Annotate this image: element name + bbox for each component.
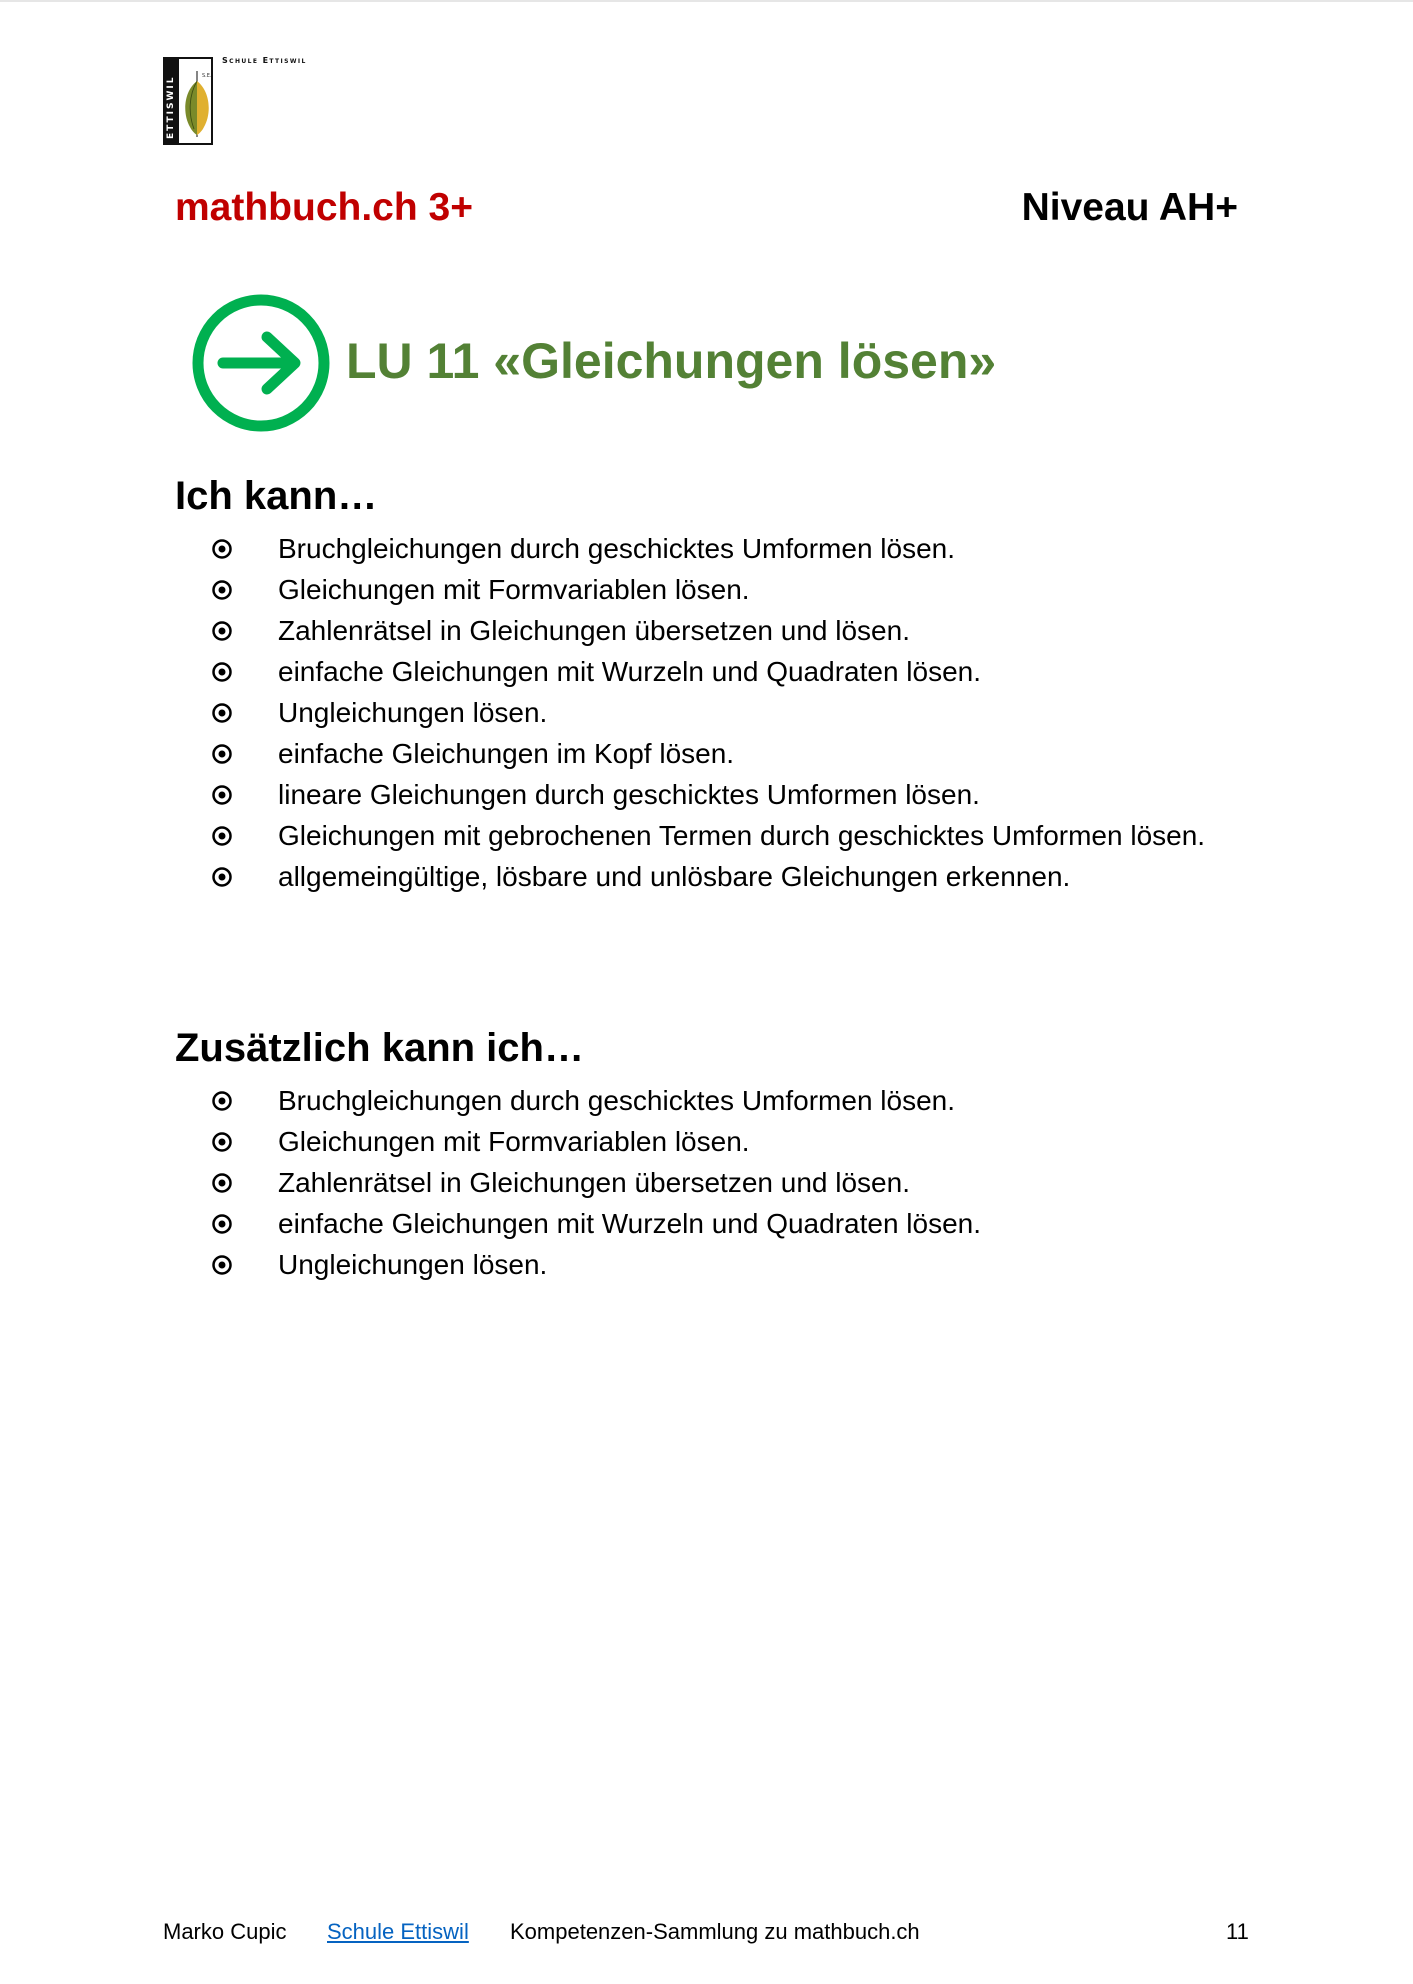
- list-item: Bruchgleichungen durch geschicktes Umfor…: [203, 528, 1253, 569]
- unit-title: LU 11 «Gleichungen lösen»: [346, 333, 997, 389]
- competence-list-zusaetzlich: Bruchgleichungen durch geschicktes Umfor…: [203, 1080, 1253, 1285]
- list-item: lineare Gleichungen durch geschicktes Um…: [203, 774, 1253, 815]
- list-item: Gleichungen mit gebrochenen Termen durch…: [203, 815, 1253, 856]
- list-item: Gleichungen mit Formvariablen lösen.: [203, 1121, 1253, 1162]
- niveau-label: Niveau AH+: [1021, 186, 1238, 229]
- footer-school-link[interactable]: Schule Ettiswil: [327, 1919, 469, 1945]
- svg-text:S.E.: S.E.: [202, 73, 212, 79]
- list-item-text: Ungleichungen lösen.: [278, 697, 548, 728]
- footer-page-number: 11: [1226, 1919, 1249, 1944]
- list-item: Zahlenrätsel in Gleichungen übersetzen u…: [203, 610, 1253, 651]
- list-item: Ungleichungen lösen.: [203, 1244, 1253, 1285]
- list-item-text: Bruchgleichungen durch geschicktes Umfor…: [278, 1085, 956, 1116]
- list-item-text: einfache Gleichungen mit Wurzeln und Qua…: [278, 656, 982, 687]
- list-item-text: Zahlenrätsel in Gleichungen übersetzen u…: [278, 1167, 910, 1198]
- competence-list-ich-kann: Bruchgleichungen durch geschicktes Umfor…: [203, 528, 1253, 897]
- list-item: Ungleichungen lösen.: [203, 692, 1253, 733]
- list-item-text: einfache Gleichungen im Kopf lösen.: [278, 738, 735, 769]
- list-item: Gleichungen mit Formvariablen lösen.: [203, 569, 1253, 610]
- leaf-icon: S.E.: [185, 71, 212, 137]
- brand-title: mathbuch.ch 3+: [175, 186, 473, 229]
- circle-dot-bullet-icon: [212, 826, 232, 846]
- school-logo: ETTISWIL S.E.: [163, 57, 213, 145]
- list-item-text: Gleichungen mit Formvariablen lösen.: [278, 1126, 750, 1157]
- list-item-text: Gleichungen mit Formvariablen lösen.: [278, 574, 750, 605]
- list-item-text: Gleichungen mit gebrochenen Termen durch…: [278, 820, 1206, 851]
- list-item: einfache Gleichungen mit Wurzeln und Qua…: [203, 1203, 1253, 1244]
- section-heading-ich-kann: Ich kann…: [175, 474, 378, 518]
- footer-collection: Kompetenzen-Sammlung zu mathbuch.ch: [510, 1919, 920, 1944]
- logo-band: ETTISWIL: [165, 59, 179, 143]
- circle-dot-bullet-icon: [212, 1173, 232, 1193]
- circle-dot-bullet-icon: [212, 744, 232, 764]
- footer-author: Marko Cupic: [163, 1919, 287, 1944]
- list-item: einfache Gleichungen mit Wurzeln und Qua…: [203, 651, 1253, 692]
- list-item: einfache Gleichungen im Kopf lösen.: [203, 733, 1253, 774]
- circle-dot-bullet-icon: [212, 539, 232, 559]
- list-item-text: lineare Gleichungen durch geschicktes Um…: [278, 779, 980, 810]
- list-item-text: allgemeingültige, lösbare und unlösbare …: [278, 861, 1071, 892]
- circle-dot-bullet-icon: [212, 867, 232, 887]
- circle-dot-bullet-icon: [212, 1091, 232, 1111]
- list-item-text: einfache Gleichungen mit Wurzeln und Qua…: [278, 1208, 982, 1239]
- circle-dot-bullet-icon: [212, 703, 232, 723]
- circle-dot-bullet-icon: [212, 1132, 232, 1152]
- page-top-edge: [0, 0, 1413, 2]
- school-name: Schule Ettiswil: [222, 56, 307, 65]
- circle-dot-bullet-icon: [212, 1255, 232, 1275]
- circle-dot-bullet-icon: [212, 1214, 232, 1234]
- circle-dot-bullet-icon: [212, 785, 232, 805]
- list-item: Zahlenrätsel in Gleichungen übersetzen u…: [203, 1162, 1253, 1203]
- list-item-text: Bruchgleichungen durch geschicktes Umfor…: [278, 533, 956, 564]
- arrow-right-circle-icon: [192, 294, 330, 432]
- section-heading-zusaetzlich: Zusätzlich kann ich…: [175, 1026, 584, 1070]
- list-item-text: Zahlenrätsel in Gleichungen übersetzen u…: [278, 615, 910, 646]
- logo-band-text: ETTISWIL: [166, 75, 176, 139]
- circle-dot-bullet-icon: [212, 621, 232, 641]
- circle-dot-bullet-icon: [212, 580, 232, 600]
- circle-dot-bullet-icon: [212, 662, 232, 682]
- list-item-text: Ungleichungen lösen.: [278, 1249, 548, 1280]
- list-item: allgemeingültige, lösbare und unlösbare …: [203, 856, 1253, 897]
- list-item: Bruchgleichungen durch geschicktes Umfor…: [203, 1080, 1253, 1121]
